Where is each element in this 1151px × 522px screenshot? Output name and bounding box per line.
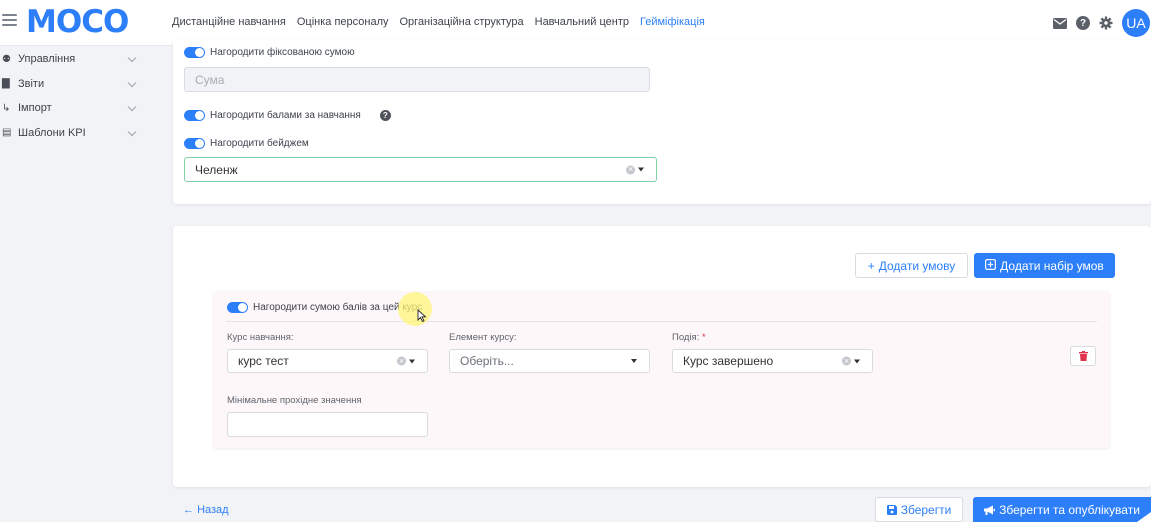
sidebar-item-import[interactable]: ↳ Імпорт (0, 96, 150, 121)
back-link[interactable]: ← Назад (183, 504, 229, 516)
mail-icon[interactable] (1053, 17, 1067, 29)
add-condition-button[interactable]: + Додати умову (855, 253, 968, 278)
points-toggle[interactable] (184, 110, 205, 121)
add-condition-set-button[interactable]: Додати набір умов (974, 253, 1115, 278)
event-select[interactable]: Курс завершено ✕ (672, 349, 873, 373)
chevron-down-icon (127, 127, 137, 136)
badge-toggle[interactable] (184, 138, 205, 149)
divider (226, 321, 1097, 322)
clear-icon[interactable]: ✕ (626, 165, 635, 174)
chevron-down-icon (127, 53, 137, 63)
chevron-down-icon (127, 78, 137, 87)
plus-icon: + (867, 258, 875, 273)
sidebar-item-label: Звіти (18, 77, 45, 90)
binoculars-icon: ⚉ (2, 53, 11, 65)
nav-item-training-center[interactable]: Навчальний центр (535, 16, 629, 28)
clear-icon[interactable]: ✕ (397, 356, 406, 366)
save-publish-button[interactable]: Зберегти та опублікувати (973, 497, 1151, 522)
main-nav: Дистанційне навчання Оцінка персоналу Ор… (172, 16, 705, 28)
gear-icon[interactable] (1099, 16, 1113, 30)
nav-item-personnel-evaluation[interactable]: Оцінка персоналу (297, 16, 389, 28)
sidebar-item-label: Управління (18, 53, 76, 66)
top-icons: ? UA (1053, 9, 1151, 37)
fixed-sum-label: Нагородити фіксованою сумою (210, 47, 355, 58)
course-points-row: Нагородити сумою балів за цей курс (227, 302, 422, 313)
chevron-down-icon (127, 102, 137, 112)
bullhorn-icon (984, 505, 996, 515)
min-value-input[interactable] (227, 412, 428, 437)
avatar[interactable]: UA (1122, 9, 1150, 37)
course-points-toggle[interactable] (227, 302, 248, 313)
course-points-label: Нагородити сумою балів за цей курс (253, 302, 423, 313)
badge-row: Нагородити бейджем (184, 138, 309, 149)
badge-label: Нагородити бейджем (210, 138, 309, 149)
event-label: Подія: * (672, 332, 706, 343)
sum-input[interactable]: Сума (184, 67, 650, 92)
course-label: Курс навчання: (227, 332, 294, 343)
nav-item-distance-learning[interactable]: Дистанційне навчання (172, 16, 286, 28)
element-select[interactable]: Оберіть... (449, 349, 650, 373)
fixed-sum-row: Нагородити фіксованою сумою (184, 47, 355, 58)
sum-placeholder: Сума (195, 72, 225, 87)
hamburger-menu-icon[interactable] (2, 14, 17, 28)
plus-square-icon (985, 258, 997, 273)
points-label: Нагородити балами за навчання (210, 110, 361, 121)
sidebar: ⚉ Управління ▇ Звіти ↳ Імпорт ▤ Шаблони … (0, 47, 150, 145)
course-select-value: курс тест (238, 354, 289, 368)
badge-select-value: Челенж (195, 162, 238, 177)
caret-down-icon (638, 167, 644, 172)
mouse-cursor-icon (417, 309, 427, 322)
element-label: Елемент курсу: (449, 332, 517, 343)
sidebar-item-label: Імпорт (18, 102, 52, 115)
clear-icon[interactable]: ✕ (842, 356, 851, 366)
floppy-disk-icon (886, 504, 897, 515)
question-icon[interactable]: ? (379, 110, 391, 121)
help-icon[interactable]: ? (1076, 16, 1090, 30)
scroll-top-corner[interactable] (1137, 512, 1151, 522)
caret-down-icon (631, 359, 637, 363)
sidebar-item-reports[interactable]: ▇ Звіти (0, 72, 150, 97)
sidebar-item-kpi-templates[interactable]: ▤ Шаблони KPI (0, 121, 150, 146)
caret-down-icon (409, 359, 415, 363)
course-select[interactable]: курс тест ✕ (227, 349, 428, 373)
nav-item-org-structure[interactable]: Організаційна структура (400, 16, 524, 28)
bar-chart-icon: ▇ (2, 78, 10, 90)
nav-item-gamification[interactable]: Гейміфікація (640, 16, 705, 28)
arrow-left-icon: ← (183, 504, 194, 516)
save-button[interactable]: Зберегти (875, 497, 963, 522)
delete-condition-button[interactable] (1070, 346, 1096, 366)
required-mark: * (701, 332, 706, 343)
logo[interactable]: MOCO (26, 4, 129, 40)
points-row: Нагородити балами за навчання ? (184, 110, 391, 121)
element-select-placeholder: Оберіть... (460, 354, 514, 368)
sidebar-item-label: Шаблони KPI (18, 126, 86, 139)
template-icon: ▤ (2, 127, 12, 139)
min-value-label: Мінімальне прохідне значення (227, 395, 362, 406)
badge-select[interactable]: Челенж ✕ (184, 157, 657, 182)
sidebar-item-management[interactable]: ⚉ Управління (0, 47, 150, 72)
fixed-sum-toggle[interactable] (184, 47, 205, 58)
import-icon: ↳ (2, 102, 11, 114)
caret-down-icon (854, 359, 860, 363)
trash-icon (1078, 351, 1088, 361)
event-select-value: Курс завершено (683, 354, 774, 368)
